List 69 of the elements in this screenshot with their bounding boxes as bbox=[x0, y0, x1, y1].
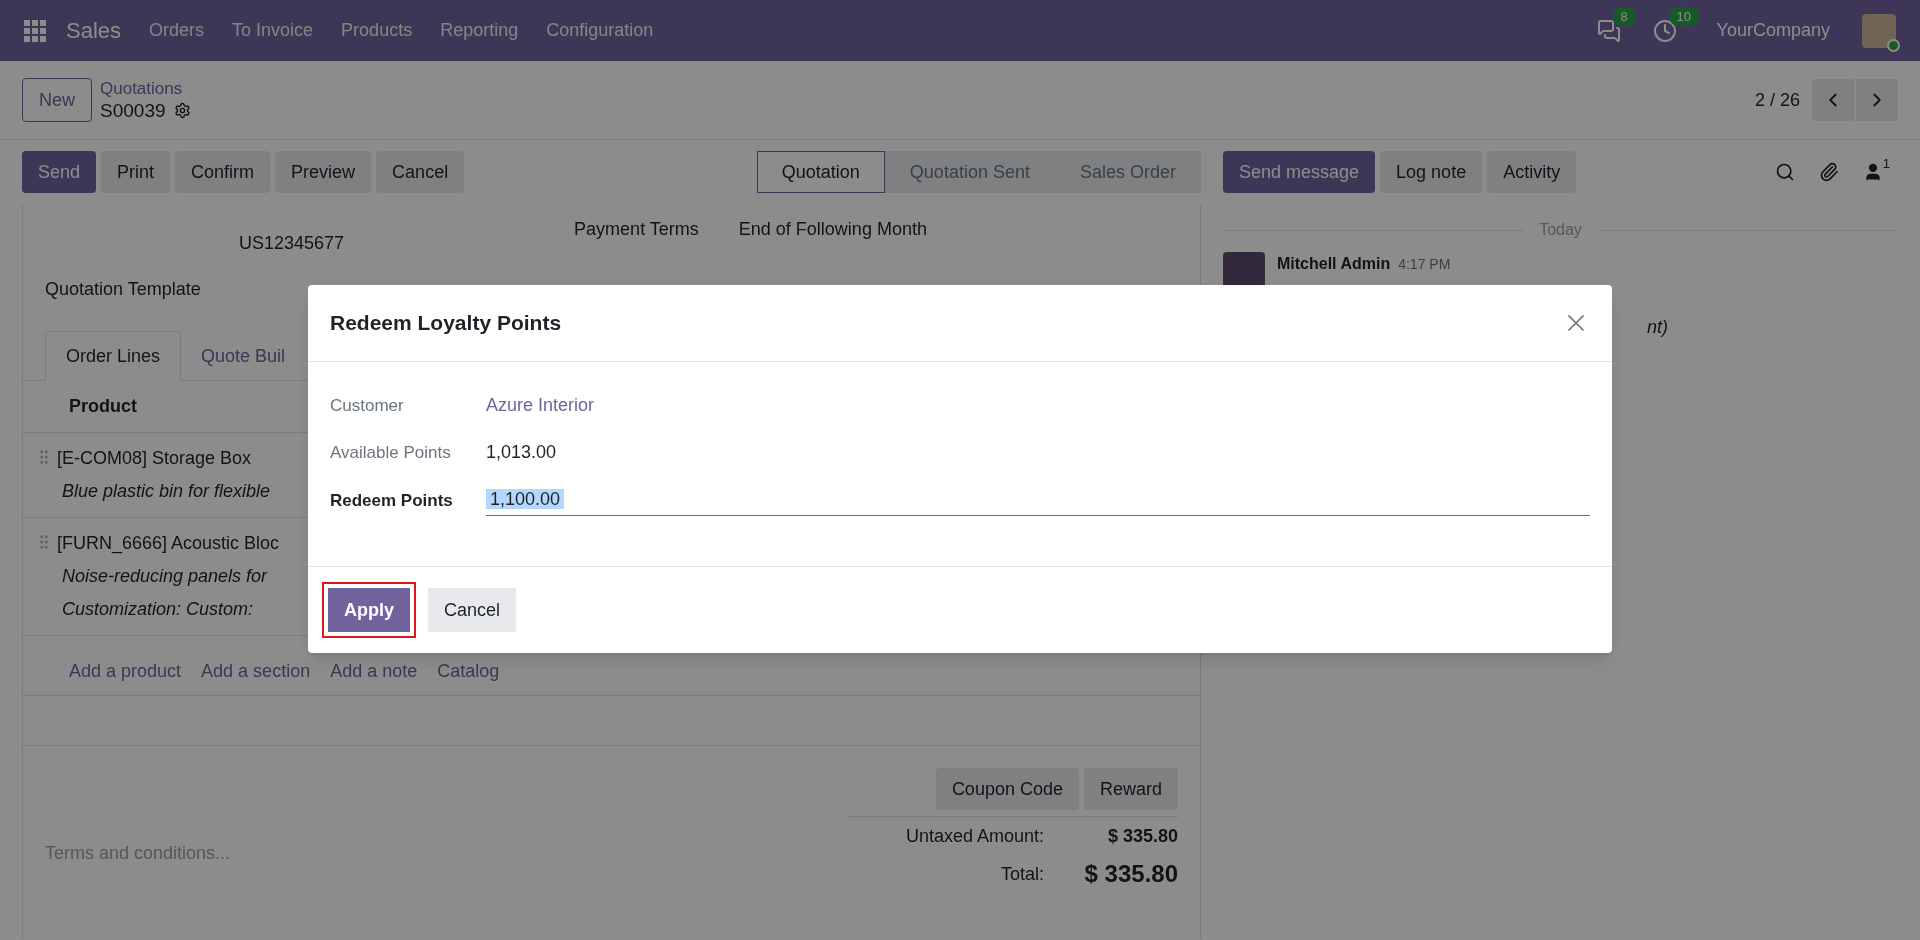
product-description: Customization: Custom: bbox=[62, 598, 255, 621]
activity-count: 10 bbox=[1668, 6, 1700, 26]
field-label: Available Points bbox=[330, 441, 452, 464]
status-stage[interactable]: Quotation bbox=[756, 151, 885, 193]
reward-button[interactable]: Coupon Code bbox=[935, 768, 1079, 810]
terms-field[interactable]: Terms and conditions... bbox=[45, 840, 231, 892]
menu-item[interactable]: Products bbox=[341, 17, 413, 44]
menu-item[interactable]: Orders bbox=[149, 17, 205, 44]
message-time: 4:17 PM bbox=[1398, 255, 1451, 274]
total-value: $ 335.80 bbox=[1106, 825, 1178, 848]
activity-icon[interactable] bbox=[1652, 18, 1677, 43]
new-button[interactable]: New bbox=[22, 78, 92, 122]
menu-item[interactable]: Configuration bbox=[546, 17, 654, 44]
messages-icon[interactable] bbox=[1596, 18, 1621, 43]
chatter-button[interactable]: Activity bbox=[1487, 151, 1577, 193]
add-line-link[interactable]: Add a note bbox=[330, 658, 418, 685]
form-tab[interactable]: Order Lines bbox=[45, 331, 182, 381]
product-name[interactable]: [E-COM08] Storage Box bbox=[57, 445, 271, 472]
payment-terms-value: End of Following Month bbox=[738, 218, 927, 241]
chatter-button[interactable]: Send message bbox=[1223, 151, 1376, 193]
reward-button[interactable]: Reward bbox=[1083, 768, 1178, 810]
product-name[interactable]: [FURN_6666] Acoustic Bloc bbox=[57, 530, 280, 557]
action-button[interactable]: Cancel bbox=[376, 151, 465, 193]
product-description: Blue plastic bin for flexible bbox=[62, 480, 271, 503]
dialog-button[interactable]: Apply bbox=[322, 582, 416, 638]
customer-link[interactable]: Azure Interior bbox=[486, 392, 595, 419]
total-label: Untaxed Amount: bbox=[905, 825, 1044, 848]
app-name[interactable]: Sales bbox=[66, 14, 122, 47]
action-button[interactable]: Confirm bbox=[175, 151, 271, 193]
add-line-link[interactable]: Catalog bbox=[437, 658, 500, 685]
message-text: nt) bbox=[1647, 316, 1668, 339]
field-label: Quotation Template bbox=[45, 278, 202, 301]
author-name[interactable]: Mitchell Admin bbox=[1277, 252, 1391, 276]
action-button[interactable]: Preview bbox=[275, 151, 372, 193]
chatter-button[interactable]: Log note bbox=[1380, 151, 1483, 193]
form-tab[interactable]: Quote Buil bbox=[181, 331, 306, 381]
status-stage[interactable]: Sales Order bbox=[1054, 151, 1201, 193]
menu-item[interactable]: Reporting bbox=[440, 17, 519, 44]
add-line-link[interactable]: Add a product bbox=[69, 658, 182, 685]
paperclip-icon[interactable] bbox=[1818, 162, 1839, 182]
apps-menu-icon[interactable] bbox=[24, 19, 46, 42]
total-label: Total: bbox=[1000, 862, 1044, 886]
record-name: S00039 bbox=[100, 98, 166, 123]
date-separator: Today bbox=[1539, 220, 1582, 240]
action-button[interactable]: Print bbox=[101, 151, 171, 193]
status-stage[interactable]: Quotation Sent bbox=[884, 151, 1055, 193]
total-value: $ 335.80 bbox=[1083, 859, 1178, 889]
menu-item[interactable]: To Invoice bbox=[232, 17, 314, 44]
settings-icon[interactable] bbox=[173, 102, 191, 120]
add-line-link[interactable]: Add a section bbox=[201, 658, 311, 685]
company-name[interactable]: YourCompany bbox=[1716, 17, 1830, 44]
points-value: 1,013.00 bbox=[486, 441, 557, 464]
column-header[interactable]: Product bbox=[69, 393, 137, 420]
breadcrumb-link[interactable]: Quotations bbox=[100, 77, 191, 99]
action-button[interactable]: Send bbox=[22, 151, 97, 193]
search-icon[interactable] bbox=[1774, 162, 1795, 182]
field-label: Redeem Points bbox=[330, 490, 454, 513]
dialog-title: Redeem Loyalty Points bbox=[330, 310, 562, 337]
next-button[interactable] bbox=[1856, 79, 1898, 121]
pager-value: 2 / 26 bbox=[1754, 88, 1800, 112]
field-label: Payment Terms bbox=[574, 218, 699, 241]
followers-count: 1 bbox=[1882, 155, 1890, 173]
field-label: Customer bbox=[330, 394, 405, 417]
notification-count: 8 bbox=[1612, 6, 1636, 26]
product-description: Noise-reducing panels for bbox=[62, 565, 269, 588]
vat-value: US12345677 bbox=[239, 232, 345, 255]
previous-button[interactable] bbox=[1812, 79, 1854, 121]
points-input[interactable]: 1,100.00 bbox=[486, 486, 1590, 516]
online-status-icon bbox=[1887, 38, 1900, 52]
